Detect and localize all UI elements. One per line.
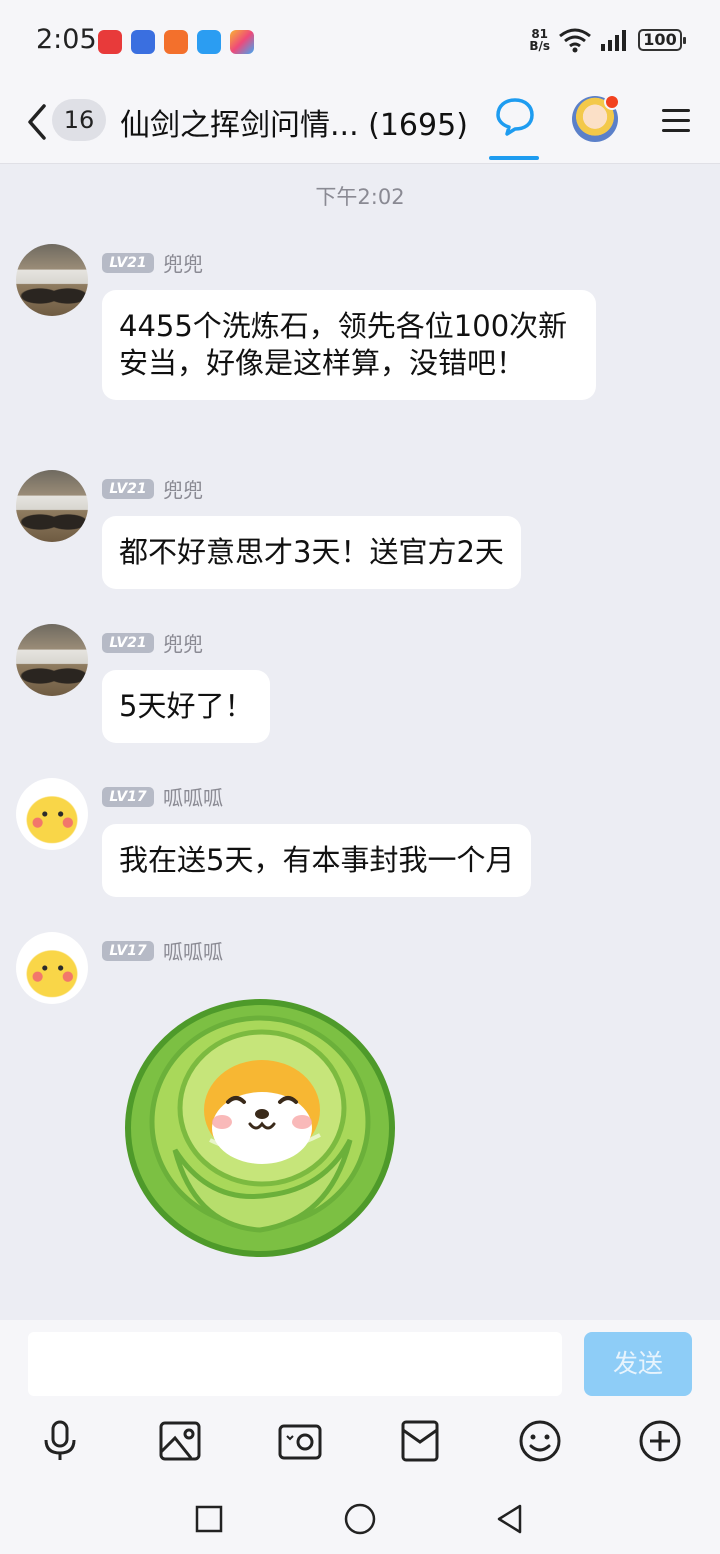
back-triangle-icon[interactable] bbox=[493, 1502, 527, 1536]
app-icon bbox=[230, 30, 254, 54]
message-bubble[interactable]: 都不好意思才3天！送官方2天 bbox=[102, 516, 521, 589]
send-button[interactable]: 发送 bbox=[584, 1332, 692, 1396]
chat-bubble-icon[interactable] bbox=[494, 96, 536, 138]
net-speed: 81 B/s bbox=[529, 28, 550, 52]
wifi-icon bbox=[559, 28, 591, 53]
net-speed-unit: B/s bbox=[529, 39, 550, 53]
level-badge: LV21 bbox=[102, 632, 154, 653]
microphone-icon[interactable] bbox=[37, 1418, 83, 1464]
pikachu-avatar[interactable] bbox=[16, 932, 88, 1004]
sender-nickname[interactable]: 兜兜 bbox=[163, 248, 203, 277]
sender-nickname[interactable]: 呱呱呱 bbox=[163, 782, 223, 811]
message-timestamp: 下午2:02 bbox=[315, 185, 405, 209]
jeep-avatar[interactable] bbox=[16, 470, 88, 542]
level-badge: LV21 bbox=[102, 478, 154, 499]
menu-icon[interactable] bbox=[660, 106, 692, 136]
cabbage-shiba-sticker[interactable] bbox=[120, 990, 400, 1264]
message-input[interactable] bbox=[28, 1332, 562, 1396]
level-badge: LV17 bbox=[102, 940, 154, 961]
unread-count-badge[interactable]: 16 bbox=[52, 99, 106, 141]
chat-title[interactable]: 仙剑之挥剑问情... (1695) bbox=[120, 100, 468, 144]
huawei-appgallery-icon bbox=[98, 30, 122, 54]
image-icon[interactable] bbox=[157, 1418, 203, 1464]
plus-icon[interactable] bbox=[637, 1418, 683, 1464]
chat-header: 16 仙剑之挥剑问情... (1695) bbox=[0, 82, 720, 164]
status-indicators: 81 B/s 100 bbox=[529, 27, 686, 53]
message-meta: LV21 兜兜 bbox=[102, 474, 203, 503]
cloud-icon bbox=[197, 30, 221, 54]
message-bubble[interactable]: 我在送5天，有本事封我一个月 bbox=[102, 824, 532, 897]
tieba-icon bbox=[131, 30, 155, 54]
camera-icon[interactable] bbox=[277, 1418, 323, 1464]
message-meta: LV17 呱呱呱 bbox=[102, 782, 223, 811]
system-navigation-bar bbox=[0, 1490, 720, 1550]
level-badge: LV17 bbox=[102, 786, 154, 807]
sender-nickname[interactable]: 兜兜 bbox=[163, 474, 203, 503]
jeep-avatar[interactable] bbox=[16, 624, 88, 696]
sender-nickname[interactable]: 呱呱呱 bbox=[163, 936, 223, 965]
message-bubble[interactable]: 5天好了！ bbox=[102, 670, 271, 743]
red-packet-icon[interactable] bbox=[397, 1418, 443, 1464]
jeep-avatar[interactable] bbox=[16, 244, 88, 316]
emoji-icon[interactable] bbox=[517, 1418, 563, 1464]
back-arrow-icon[interactable] bbox=[22, 102, 52, 142]
battery-indicator: 100 bbox=[638, 29, 686, 51]
message-meta: LV17 呱呱呱 bbox=[102, 936, 223, 965]
level-badge: LV21 bbox=[102, 252, 154, 273]
active-tab-indicator bbox=[489, 156, 539, 160]
status-app-icons bbox=[98, 30, 254, 54]
sender-nickname[interactable]: 兜兜 bbox=[163, 628, 203, 657]
notification-dot bbox=[604, 94, 620, 110]
status-bar: 2:05 81 B/s 100 bbox=[0, 0, 720, 82]
status-time: 2:05 bbox=[36, 24, 97, 55]
message-meta: LV21 兜兜 bbox=[102, 248, 203, 277]
recent-apps-icon[interactable] bbox=[192, 1502, 226, 1536]
taobao-icon bbox=[164, 30, 188, 54]
message-bubble[interactable]: 4455个洗炼石，领先各位100次新安当，好像是这样算，没错吧！ bbox=[102, 290, 596, 400]
pikachu-avatar[interactable] bbox=[16, 778, 88, 850]
home-icon[interactable] bbox=[343, 1502, 377, 1536]
input-area: 发送 bbox=[0, 1320, 720, 1554]
message-meta: LV21 兜兜 bbox=[102, 628, 203, 657]
input-toolbar bbox=[0, 1418, 720, 1468]
signal-icon bbox=[601, 30, 626, 51]
